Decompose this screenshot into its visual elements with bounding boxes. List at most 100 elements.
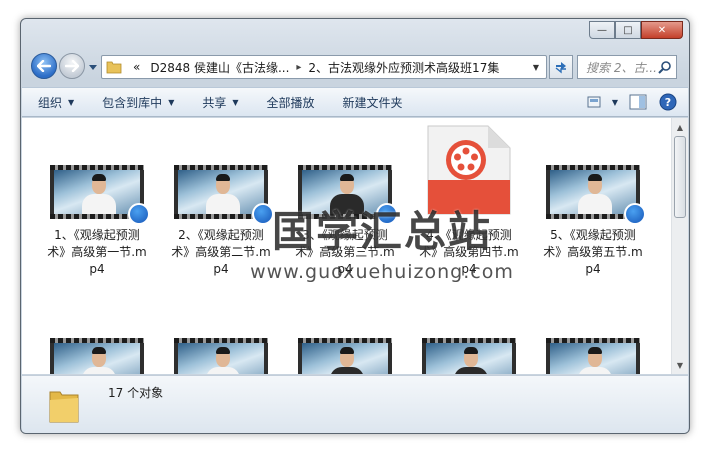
video-thumbnail bbox=[422, 338, 516, 374]
person-body bbox=[454, 367, 488, 374]
command-toolbar: 组织 ▼ 包含到库中 ▼ 共享 ▼ 全部播放 新建文件夹 ▼ ? bbox=[22, 87, 688, 117]
folder-icon bbox=[49, 391, 79, 423]
search-icon[interactable] bbox=[658, 60, 672, 74]
video-file-item[interactable]: 1、《观缘起预测术》高级第一节.mp4 bbox=[42, 165, 152, 278]
back-button[interactable] bbox=[31, 53, 57, 79]
video-frame bbox=[550, 170, 636, 214]
file-list-area[interactable]: 1、《观缘起预测术》高级第一节.mp4 2、《观缘起预测术》高级第二节.mp4 bbox=[22, 118, 688, 374]
video-thumbnail bbox=[546, 338, 640, 374]
organize-label: 组织 bbox=[38, 95, 63, 110]
restore-icon: □ bbox=[623, 24, 633, 36]
view-options-icon[interactable] bbox=[586, 93, 606, 111]
scroll-down-icon[interactable]: ▼ bbox=[672, 357, 688, 373]
video-frame bbox=[54, 343, 140, 374]
video-file-item[interactable]: 5、《观缘起预测术》高级第五节.mp4 bbox=[538, 165, 648, 278]
address-crumb-parent[interactable]: D2848 侯建山《古法缘... bbox=[150, 59, 289, 76]
video-file-item[interactable] bbox=[538, 338, 648, 374]
vertical-scrollbar[interactable]: ▲ ▼ bbox=[671, 118, 688, 374]
forward-arrow-icon bbox=[65, 60, 79, 72]
video-document-icon[interactable] bbox=[426, 124, 512, 216]
person-hair bbox=[588, 347, 602, 354]
new-folder-button[interactable]: 新建文件夹 bbox=[343, 94, 403, 111]
item-count: 17 个对象 bbox=[108, 386, 164, 400]
organize-menu[interactable]: 组织 ▼ bbox=[38, 94, 74, 111]
search-input[interactable]: 搜索 2、古... bbox=[578, 59, 658, 76]
person-body bbox=[82, 367, 116, 374]
share-menu[interactable]: 共享 ▼ bbox=[202, 94, 238, 111]
video-file-item[interactable]: 3、《观缘起预测术》高级第三节.mp4 bbox=[290, 165, 400, 278]
refresh-icon bbox=[555, 62, 566, 74]
address-separator-icon[interactable]: ▸ bbox=[296, 62, 301, 73]
video-frame bbox=[426, 343, 512, 374]
video-player-badge-icon bbox=[128, 203, 150, 225]
include-in-library-label: 包含到库中 bbox=[102, 95, 163, 110]
video-file-item[interactable] bbox=[166, 338, 276, 374]
video-frame bbox=[550, 343, 636, 374]
view-dropdown-icon[interactable]: ▼ bbox=[612, 98, 618, 107]
back-arrow-icon bbox=[37, 60, 51, 72]
video-file-item[interactable]: 2、《观缘起预测术》高级第二节.mp4 bbox=[166, 165, 276, 278]
person-body bbox=[206, 367, 240, 374]
new-folder-label: 新建文件夹 bbox=[342, 95, 403, 110]
help-icon[interactable]: ? bbox=[658, 93, 678, 111]
close-icon: ✕ bbox=[657, 24, 667, 36]
video-thumbnail bbox=[50, 338, 144, 374]
share-label: 共享 bbox=[202, 95, 227, 110]
minimize-icon: — bbox=[597, 24, 607, 36]
search-box[interactable]: 搜索 2、古... bbox=[577, 55, 677, 79]
person-body bbox=[330, 367, 364, 374]
video-file-item[interactable] bbox=[414, 338, 524, 374]
svg-text:?: ? bbox=[665, 96, 671, 109]
video-player-badge-icon bbox=[376, 203, 398, 225]
scroll-up-icon[interactable]: ▲ bbox=[672, 119, 688, 135]
video-file-item[interactable] bbox=[290, 338, 400, 374]
video-thumbnail bbox=[174, 338, 268, 374]
chevron-down-icon: ▼ bbox=[68, 97, 75, 107]
video-thumbnail bbox=[298, 338, 392, 374]
play-all-button[interactable]: 全部播放 bbox=[267, 94, 315, 111]
recent-pages-dropdown-icon[interactable] bbox=[89, 63, 97, 71]
file-name: 2、《观缘起预测术》高级第二节.mp4 bbox=[171, 228, 271, 276]
caption-buttons: — □ ✕ bbox=[589, 21, 683, 39]
refresh-button[interactable] bbox=[549, 55, 573, 79]
scrollbar-thumb[interactable] bbox=[674, 136, 686, 218]
person-hair bbox=[216, 347, 230, 354]
person-hair bbox=[340, 174, 354, 181]
video-player-badge-icon bbox=[252, 203, 274, 225]
preview-pane-icon[interactable] bbox=[628, 93, 648, 111]
navigation-bar: « D2848 侯建山《古法缘... ▸ 2、古法观缘外应预测术高级班17集 ▼… bbox=[29, 51, 681, 83]
person-body bbox=[578, 367, 612, 374]
file-name: 5、《观缘起预测术》高级第五节.mp4 bbox=[543, 228, 643, 276]
video-frame bbox=[54, 170, 140, 214]
person-body bbox=[82, 194, 116, 214]
forward-button[interactable] bbox=[59, 53, 85, 79]
video-frame bbox=[302, 170, 388, 214]
maximize-button[interactable]: □ bbox=[615, 21, 641, 39]
minimize-button[interactable]: — bbox=[589, 21, 615, 39]
video-file-item[interactable] bbox=[42, 338, 152, 374]
toolbar-right-group: ▼ ? bbox=[576, 93, 678, 111]
address-overflow-chevron[interactable]: « bbox=[133, 60, 140, 74]
person-hair bbox=[92, 174, 106, 181]
file-name: 4、《观缘起预测术》高级第四节.mp4 bbox=[419, 228, 519, 276]
person-hair bbox=[464, 347, 478, 354]
video-thumbnail bbox=[50, 165, 150, 225]
video-thumbnail bbox=[174, 165, 274, 225]
video-frame bbox=[178, 170, 264, 214]
address-dropdown-icon[interactable]: ▼ bbox=[528, 59, 544, 75]
address-bar[interactable]: « D2848 侯建山《古法缘... ▸ 2、古法观缘外应预测术高级班17集 ▼ bbox=[101, 55, 547, 79]
address-crumb-current[interactable]: 2、古法观缘外应预测术高级班17集 bbox=[308, 59, 499, 76]
person-body bbox=[578, 194, 612, 214]
person-hair bbox=[340, 347, 354, 354]
folder-icon bbox=[106, 61, 122, 74]
close-button[interactable]: ✕ bbox=[641, 21, 683, 39]
video-thumbnail bbox=[298, 165, 398, 225]
include-in-library-menu[interactable]: 包含到库中 ▼ bbox=[102, 94, 174, 111]
details-pane: 17 个对象 bbox=[22, 375, 688, 433]
explorer-window: — □ ✕ « D2848 侯建山《古法缘... ▸ 2、古法观缘外应预测术高级… bbox=[20, 18, 690, 434]
person-hair bbox=[588, 174, 602, 181]
video-frame bbox=[302, 343, 388, 374]
video-frame bbox=[178, 343, 264, 374]
chevron-down-icon: ▼ bbox=[168, 97, 175, 107]
person-hair bbox=[92, 347, 106, 354]
